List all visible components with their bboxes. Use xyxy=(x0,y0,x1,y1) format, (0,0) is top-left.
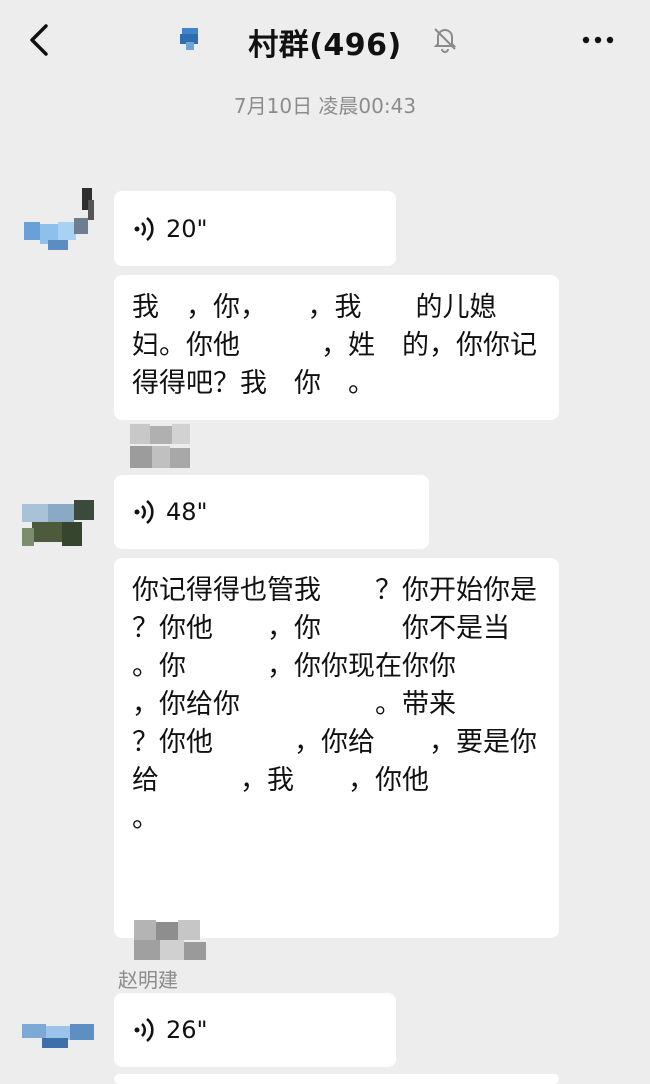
chat-title: 村群(496) xyxy=(248,28,402,63)
message-text: 你记得得也管我 ？你开始你是 ？你他 ，你 你不是当 。你 ，你你现在你你 ，你… xyxy=(132,575,591,834)
voice-wave-icon xyxy=(132,498,156,526)
voice-wave-icon xyxy=(132,1016,156,1044)
avatar[interactable] xyxy=(22,1010,94,1080)
voice-message[interactable]: 20" xyxy=(114,191,396,266)
message-text: 我 ，你， ，我 的儿媳妇。你他 ，姓 的，你你记得得吧？我 你 。 xyxy=(132,292,537,399)
chat-header: 村群(496) xyxy=(0,0,650,82)
text-message[interactable]: 你记得得也管我 ？你开始你是 ？你他 ，你 你不是当 。你 ，你你现在你你 ，你… xyxy=(114,558,559,938)
voice-duration: 26" xyxy=(166,1016,208,1044)
voice-duration: 48" xyxy=(166,498,208,526)
redacted-sender-name xyxy=(134,920,214,960)
more-dots-icon[interactable] xyxy=(578,24,618,54)
voice-duration: 20" xyxy=(166,214,208,243)
text-message[interactable]: 我 ，你， ，我 的儿媳妇。你他 ，姓 的，你你记得得吧？我 你 。 xyxy=(114,275,559,420)
message-timestamp: 7月10日 凌晨00:43 xyxy=(233,94,417,118)
bell-off-icon xyxy=(430,24,460,54)
redacted-sender-name xyxy=(130,424,194,470)
voice-wave-icon xyxy=(132,215,156,243)
avatar[interactable] xyxy=(22,186,94,256)
voice-message[interactable]: 48" xyxy=(114,475,429,549)
sender-name: 赵明建 xyxy=(118,968,178,992)
text-message-partial[interactable] xyxy=(114,1074,559,1084)
avatar[interactable] xyxy=(22,484,94,554)
voice-message[interactable]: 26" xyxy=(114,993,396,1067)
